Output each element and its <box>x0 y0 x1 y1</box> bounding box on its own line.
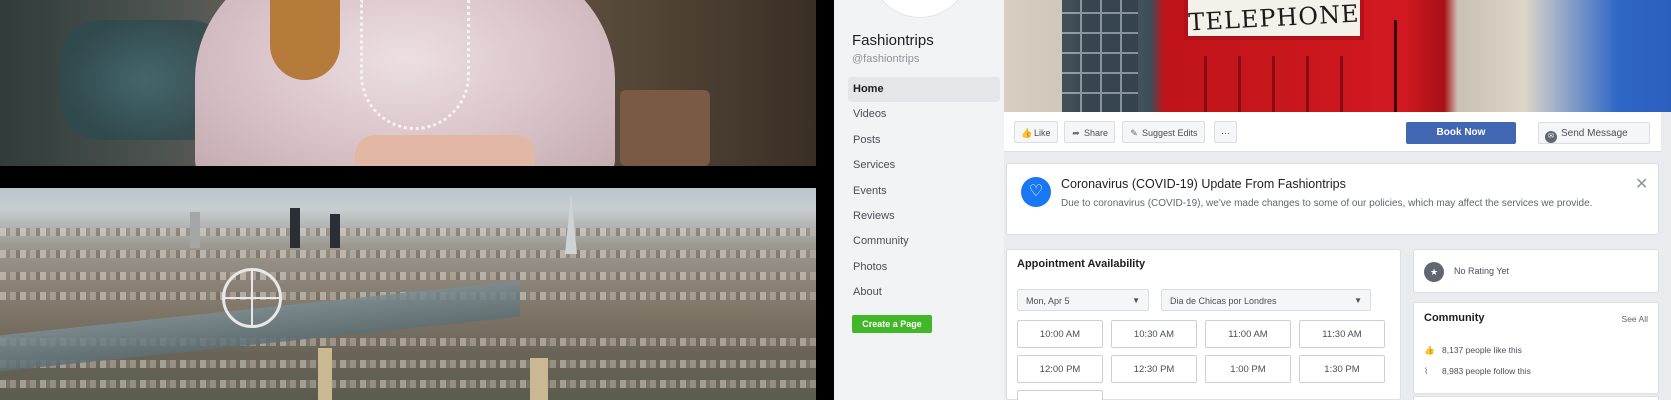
clock-tower <box>318 348 332 400</box>
next-card-edge <box>1413 396 1659 400</box>
share-label: Share <box>1084 128 1109 138</box>
left-sidebar: Fashiontrips @fashiontrips Home Videos P… <box>834 0 1004 400</box>
skyscraper <box>330 214 340 248</box>
facebook-page: Fashiontrips @fashiontrips Home Videos P… <box>834 0 1671 400</box>
create-page-button[interactable]: Create a Page <box>852 315 932 333</box>
nav-item-events[interactable]: Events <box>848 179 1000 204</box>
follows-text: 8,983 people follow this <box>1442 366 1531 376</box>
time-slot[interactable]: 12:00 PM <box>1017 355 1103 383</box>
profile-avatar[interactable] <box>870 0 970 18</box>
panel-divider <box>816 0 834 400</box>
telephone-sign-text: TELEPHONE <box>1187 0 1361 37</box>
page-nav: Home Videos Posts Services Events Review… <box>848 77 1000 306</box>
pencil-icon: ✎ <box>1130 128 1138 138</box>
book-now-button[interactable]: Book Now <box>1406 122 1516 144</box>
likes-count: 👍 8,137 people like this <box>1424 345 1522 356</box>
time-slot[interactable]: 11:30 AM <box>1299 320 1385 348</box>
rating-card: ★ No Rating Yet <box>1413 249 1659 293</box>
share-button[interactable]: ➦ Share <box>1064 121 1116 143</box>
covid-update-title[interactable]: Coronavirus (COVID-19) Update From Fashi… <box>1061 177 1346 191</box>
page-actions-bar: 👍 Like ➦ Share ✎ Suggest Edits ··· Book Now… <box>1004 112 1661 152</box>
time-slot[interactable]: 1:30 PM <box>1299 355 1385 383</box>
presenter-hands <box>355 135 535 166</box>
more-options-button[interactable]: ··· <box>1214 121 1237 143</box>
send-message-label: Send Message <box>1561 128 1628 139</box>
star-icon: ★ <box>1424 262 1444 282</box>
appointment-title: Appointment Availability <box>1017 258 1146 270</box>
nav-item-community[interactable]: Community <box>848 229 1000 254</box>
heart-icon: ♡ <box>1021 177 1051 207</box>
pearl-necklace <box>360 0 470 130</box>
time-slot[interactable]: 10:30 AM <box>1111 320 1197 348</box>
covid-update-card: ♡ Coronavirus (COVID-19) Update From Fas… <box>1006 163 1659 235</box>
service-select-value: Dia de Chicas por Londres <box>1170 296 1277 306</box>
share-arrow-icon: ➦ <box>1072 128 1080 138</box>
suggest-edits-label: Suggest Edits <box>1142 128 1198 138</box>
send-message-button[interactable]: ✉ Send Message <box>1538 122 1650 144</box>
city-buildings-row <box>0 380 816 388</box>
rss-icon: ⌇ <box>1424 366 1429 376</box>
like-label: Like <box>1034 128 1051 138</box>
nav-item-about[interactable]: About <box>848 280 1000 305</box>
time-slot[interactable]: 12:30 PM <box>1111 355 1197 383</box>
london-eye <box>222 268 282 328</box>
city-buildings-row <box>0 360 816 368</box>
community-title: Community <box>1424 312 1485 324</box>
nav-item-videos[interactable]: Videos <box>848 102 1000 127</box>
follows-count: ⌇ 8,983 people follow this <box>1424 366 1531 377</box>
likes-text: 8,137 people like this <box>1442 345 1522 355</box>
presenter-video <box>0 0 816 166</box>
city-buildings-row <box>0 250 816 258</box>
page-name[interactable]: Fashiontrips <box>852 32 934 49</box>
date-select[interactable]: Mon, Apr 5 ▼ <box>1017 289 1149 311</box>
cover-photo[interactable]: TELEPHONE <box>1004 0 1671 112</box>
video-divider <box>0 166 816 188</box>
building-windows <box>1062 0 1138 112</box>
nav-item-posts[interactable]: Posts <box>848 128 1000 153</box>
rating-text: No Rating Yet <box>1454 266 1510 276</box>
nav-item-home[interactable]: Home <box>848 77 1000 103</box>
plant-pot-shape <box>620 90 710 166</box>
booth-panes <box>1204 56 1344 112</box>
clock-tower <box>530 358 548 400</box>
service-select[interactable]: Dia de Chicas por Londres ▼ <box>1161 289 1371 311</box>
time-slot[interactable]: 1:00 PM <box>1205 355 1291 383</box>
suggest-edits-button[interactable]: ✎ Suggest Edits <box>1122 121 1205 143</box>
messenger-icon: ✉ <box>1545 131 1557 143</box>
nav-item-services[interactable]: Services <box>848 153 1000 178</box>
london-aerial-video <box>0 188 816 400</box>
city-buildings-row <box>0 272 816 280</box>
caret-down-icon: ▼ <box>1132 296 1140 305</box>
like-button[interactable]: 👍 Like <box>1014 121 1058 143</box>
caret-down-icon: ▼ <box>1354 296 1362 305</box>
shard-tower <box>565 194 577 254</box>
community-card: Community See All 👍 8,137 people like thi… <box>1413 302 1659 394</box>
city-buildings-row <box>0 228 816 236</box>
date-select-value: Mon, Apr 5 <box>1026 296 1070 306</box>
close-icon[interactable]: ✕ <box>1635 174 1648 194</box>
screen: Fashiontrips @fashiontrips Home Videos P… <box>0 0 1671 400</box>
see-all-link[interactable]: See All <box>1622 314 1648 324</box>
booth-edge <box>1394 20 1397 112</box>
time-slot[interactable]: 11:00 AM <box>1205 320 1291 348</box>
nav-item-reviews[interactable]: Reviews <box>848 204 1000 229</box>
covid-update-text: Due to coronavirus (COVID-19), we've mad… <box>1061 198 1593 209</box>
skyscraper <box>290 208 300 248</box>
presenter-hair <box>270 0 340 80</box>
time-slot[interactable] <box>1017 390 1103 400</box>
skyscraper <box>190 212 200 248</box>
telephone-sign: TELEPHONE <box>1184 0 1364 40</box>
thumbs-up-icon: 👍 <box>1424 345 1435 355</box>
appointment-card: Appointment Availability Mon, Apr 5 ▼ Dia… <box>1006 249 1401 400</box>
time-slot[interactable]: 10:00 AM <box>1017 320 1103 348</box>
nav-item-photos[interactable]: Photos <box>848 255 1000 280</box>
page-handle: @fashiontrips <box>852 53 920 65</box>
thumbs-up-icon: 👍 <box>1021 128 1033 138</box>
